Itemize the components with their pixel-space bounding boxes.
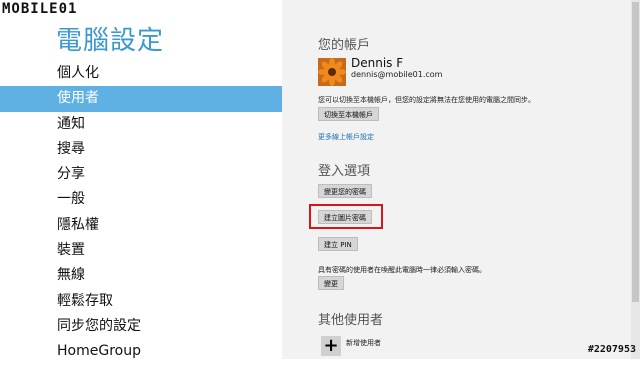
account-description: 您可以切換至本機帳戶，但您的設定將無法在您使用的電腦之間同步。 xyxy=(318,96,535,104)
more-online-account-settings-link[interactable]: 更多線上帳戶設定 xyxy=(318,132,374,142)
scrollbar[interactable] xyxy=(631,0,640,359)
avatar xyxy=(318,58,346,86)
change-policy-button[interactable]: 變更 xyxy=(318,276,344,290)
nav-item-wireless[interactable]: 無線 xyxy=(0,263,282,288)
image-id: #2207953 xyxy=(587,344,636,355)
nav-item-personalize[interactable]: 個人化 xyxy=(0,61,282,86)
nav-item-ease-of-access[interactable]: 輕鬆存取 xyxy=(0,289,282,314)
account-name: Dennis F xyxy=(351,56,404,70)
page-title: 電腦設定 xyxy=(56,26,165,56)
nav-item-notifications[interactable]: 通知 xyxy=(0,112,282,137)
add-user-label[interactable]: 新增使用者 xyxy=(346,338,381,348)
switch-to-local-account-button[interactable]: 切換至本機帳戶 xyxy=(318,107,379,121)
account-email: dennis@mobile01.com xyxy=(351,70,443,79)
nav-item-search[interactable]: 搜尋 xyxy=(0,137,282,162)
nav-item-devices[interactable]: 裝置 xyxy=(0,238,282,263)
nav-item-homegroup[interactable]: HomeGroup xyxy=(0,339,282,364)
watermark-logo: MOBILE01 xyxy=(2,1,78,17)
signin-policy-text: 具有密碼的使用者在喚醒此電腦時一律必須輸入密碼。 xyxy=(318,266,486,274)
nav-item-general[interactable]: 一般 xyxy=(0,187,282,212)
add-icon[interactable]: + xyxy=(321,336,341,356)
flower-avatar-icon xyxy=(318,58,346,86)
nav-item-users[interactable]: 使用者 xyxy=(0,86,282,112)
scrollbar-thumb[interactable] xyxy=(632,2,639,302)
change-password-button[interactable]: 變更您的密碼 xyxy=(318,184,372,198)
nav-item-share[interactable]: 分享 xyxy=(0,162,282,187)
settings-nav: 個人化 使用者 通知 搜尋 分享 一般 隱私權 裝置 無線 輕鬆存取 同步您的設… xyxy=(0,61,282,365)
right-pane xyxy=(282,0,640,359)
nav-item-privacy[interactable]: 隱私權 xyxy=(0,213,282,238)
account-section-title: 您的帳戶 xyxy=(318,38,371,53)
signin-section-title: 登入選項 xyxy=(318,164,371,179)
create-picture-password-button[interactable]: 建立圖片密碼 xyxy=(318,210,372,224)
other-users-section-title: 其他使用者 xyxy=(318,313,384,328)
nav-item-sync-settings[interactable]: 同步您的設定 xyxy=(0,314,282,339)
create-pin-button[interactable]: 建立 PIN xyxy=(318,237,358,251)
